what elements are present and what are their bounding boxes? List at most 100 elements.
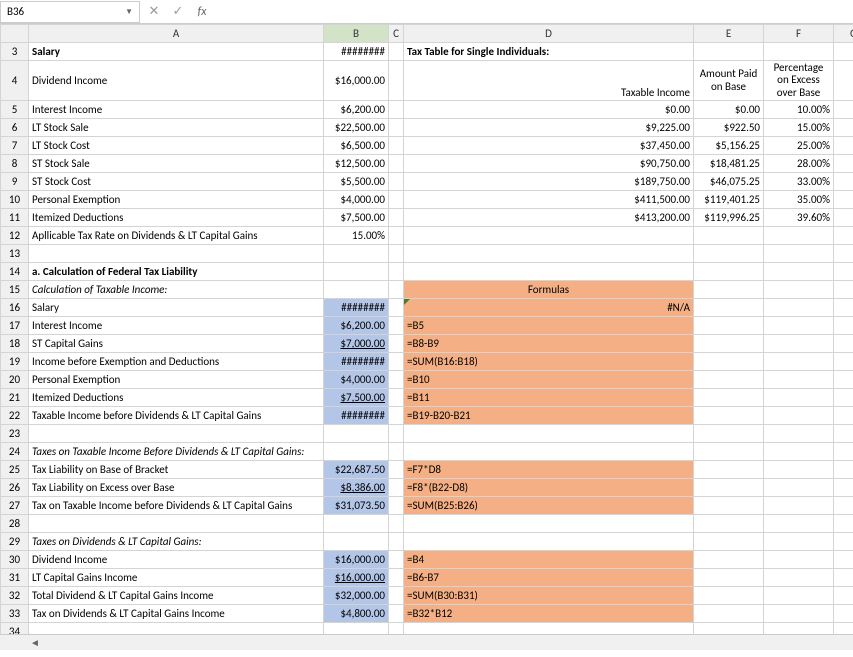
cell-E14[interactable] <box>694 263 764 281</box>
cell-F33[interactable] <box>764 605 834 623</box>
cell-C3[interactable] <box>389 43 404 61</box>
cell-G6[interactable] <box>834 119 853 137</box>
enter-icon[interactable]: ✓ <box>168 2 188 22</box>
cell-E23[interactable] <box>694 425 764 443</box>
cell-B17[interactable]: $6,200.00 <box>324 317 389 335</box>
cell-A17[interactable]: Interest Income <box>29 317 324 335</box>
cell-F17[interactable] <box>764 317 834 335</box>
cell-F29[interactable] <box>764 533 834 551</box>
cell-B10[interactable]: $4,000.00 <box>324 191 389 209</box>
cell-E33[interactable] <box>694 605 764 623</box>
cell-D21[interactable]: =B11 <box>404 389 694 407</box>
cell-D3[interactable]: Tax Table for Single Individuals: <box>404 43 694 61</box>
row-header-14[interactable]: 14 <box>1 263 29 281</box>
cell-A30[interactable]: Dividend Income <box>29 551 324 569</box>
row-header-32[interactable]: 32 <box>1 587 29 605</box>
column-header-E[interactable]: E <box>694 25 764 43</box>
cell-A22[interactable]: Taxable Income before Dividends & LT Cap… <box>29 407 324 425</box>
cell-B26[interactable]: $8,386.00 <box>324 479 389 497</box>
row-header-12[interactable]: 12 <box>1 227 29 245</box>
cell-F14[interactable] <box>764 263 834 281</box>
cell-F34[interactable] <box>764 623 834 635</box>
cell-F4[interactable]: Percentage on Excess over Base <box>764 61 834 101</box>
horizontal-scroll-area[interactable]: ◄ <box>0 634 853 650</box>
cell-F10[interactable]: 35.00% <box>764 191 834 209</box>
cell-C5[interactable] <box>389 101 404 119</box>
cell-A26[interactable]: Tax Liability on Excess over Base <box>29 479 324 497</box>
row-header-25[interactable]: 25 <box>1 461 29 479</box>
cell-G30[interactable] <box>834 551 853 569</box>
cell-C11[interactable] <box>389 209 404 227</box>
cell-A28[interactable] <box>29 515 324 533</box>
cell-A7[interactable]: LT Stock Cost <box>29 137 324 155</box>
cell-F6[interactable]: 15.00% <box>764 119 834 137</box>
cell-G12[interactable] <box>834 227 853 245</box>
cell-G13[interactable] <box>834 245 853 263</box>
cell-E4[interactable]: Amount Paid on Base <box>694 61 764 101</box>
cell-C6[interactable] <box>389 119 404 137</box>
column-header-A[interactable]: A <box>29 25 324 43</box>
cell-D5[interactable]: $0.00 <box>404 101 694 119</box>
cell-F23[interactable] <box>764 425 834 443</box>
cell-C32[interactable] <box>389 587 404 605</box>
cell-F24[interactable] <box>764 443 834 461</box>
cell-E16[interactable] <box>694 299 764 317</box>
cancel-icon[interactable]: ✕ <box>144 2 164 22</box>
cell-D29[interactable] <box>404 533 694 551</box>
row-header-21[interactable]: 21 <box>1 389 29 407</box>
cell-B31[interactable]: $16,000.00 <box>324 569 389 587</box>
cell-C15[interactable] <box>389 281 404 299</box>
cell-D20[interactable]: =B10 <box>404 371 694 389</box>
row-header-11[interactable]: 11 <box>1 209 29 227</box>
cell-B14[interactable] <box>324 263 389 281</box>
cell-E10[interactable]: $119,401.25 <box>694 191 764 209</box>
cell-G18[interactable] <box>834 335 853 353</box>
cell-D28[interactable] <box>404 515 694 533</box>
fx-icon[interactable]: fx <box>192 2 212 22</box>
cell-D30[interactable]: =B4 <box>404 551 694 569</box>
cell-F18[interactable] <box>764 335 834 353</box>
row-header-22[interactable]: 22 <box>1 407 29 425</box>
cell-D17[interactable]: =B5 <box>404 317 694 335</box>
cell-C28[interactable] <box>389 515 404 533</box>
cell-G25[interactable] <box>834 461 853 479</box>
cell-G5[interactable] <box>834 101 853 119</box>
cell-E11[interactable]: $119,996.25 <box>694 209 764 227</box>
cell-C33[interactable] <box>389 605 404 623</box>
cell-A33[interactable]: Tax on Dividends & LT Capital Gains Inco… <box>29 605 324 623</box>
cell-F32[interactable] <box>764 587 834 605</box>
cell-C10[interactable] <box>389 191 404 209</box>
cell-B30[interactable]: $16,000.00 <box>324 551 389 569</box>
cell-G11[interactable] <box>834 209 853 227</box>
cell-B29[interactable] <box>324 533 389 551</box>
row-header-16[interactable]: 16 <box>1 299 29 317</box>
cell-E17[interactable] <box>694 317 764 335</box>
scroll-left-icon[interactable]: ◄ <box>28 636 42 650</box>
cell-D25[interactable]: =F7*D8 <box>404 461 694 479</box>
cell-B5[interactable]: $6,200.00 <box>324 101 389 119</box>
cell-D12[interactable] <box>404 227 694 245</box>
cell-G4[interactable] <box>834 61 853 101</box>
cell-G9[interactable] <box>834 173 853 191</box>
cell-D16[interactable]: #N/A <box>404 299 694 317</box>
cell-A13[interactable] <box>29 245 324 263</box>
cell-C13[interactable] <box>389 245 404 263</box>
cell-D9[interactable]: $189,750.00 <box>404 173 694 191</box>
cell-C31[interactable] <box>389 569 404 587</box>
cell-D8[interactable]: $90,750.00 <box>404 155 694 173</box>
cell-B7[interactable]: $6,500.00 <box>324 137 389 155</box>
row-header-34[interactable]: 34 <box>1 623 29 635</box>
column-header-F[interactable]: F <box>764 25 834 43</box>
cell-A29[interactable]: Taxes on Dividends & LT Capital Gains: <box>29 533 324 551</box>
row-header-18[interactable]: 18 <box>1 335 29 353</box>
cell-B32[interactable]: $32,000.00 <box>324 587 389 605</box>
cell-A27[interactable]: Tax on Taxable Income before Dividends &… <box>29 497 324 515</box>
cell-A15[interactable]: Calculation of Taxable Income: <box>29 281 324 299</box>
cell-C30[interactable] <box>389 551 404 569</box>
cell-F22[interactable] <box>764 407 834 425</box>
row-header-20[interactable]: 20 <box>1 371 29 389</box>
cell-B23[interactable] <box>324 425 389 443</box>
cell-F21[interactable] <box>764 389 834 407</box>
cell-A3[interactable]: Salary <box>29 43 324 61</box>
cell-E28[interactable] <box>694 515 764 533</box>
